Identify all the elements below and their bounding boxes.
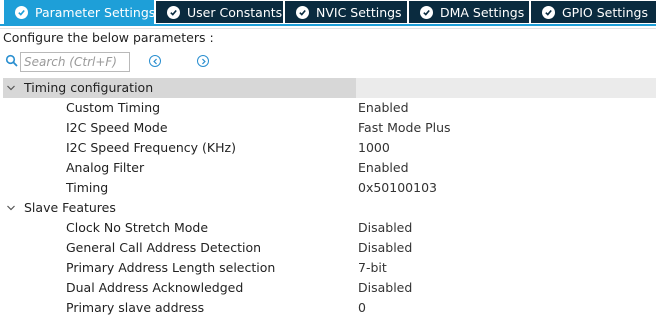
param-row-i2c-speed-mode[interactable]: I2C Speed Mode Fast Mode Plus (3, 118, 656, 138)
tab-label: Parameter Settings (35, 4, 156, 20)
param-value[interactable]: 0x50100103 (358, 178, 437, 198)
param-value[interactable]: 7-bit (358, 258, 387, 278)
param-name: I2C Speed Mode (66, 120, 168, 135)
param-name: Timing (66, 180, 109, 195)
tab-user-constants[interactable]: User Constants (156, 1, 283, 23)
tab-nvic-settings[interactable]: NVIC Settings (285, 1, 407, 23)
param-value[interactable]: 0 (358, 298, 366, 318)
param-name: Primary slave address (66, 300, 205, 315)
tab-label: User Constants (187, 4, 283, 20)
section-timing-configuration[interactable]: Timing configuration (3, 78, 656, 98)
param-value[interactable]: Disabled (358, 218, 412, 238)
tab-underline (0, 24, 656, 26)
param-value[interactable]: Enabled (358, 98, 409, 118)
tab-bar: Parameter Settings User Constants NVIC S… (0, 0, 656, 25)
param-name: Clock No Stretch Mode (66, 220, 209, 235)
param-value[interactable]: Disabled (358, 278, 412, 298)
param-name: Custom Timing (66, 100, 161, 115)
chevron-left-circle-icon[interactable] (149, 55, 161, 67)
tab-label: DMA Settings (440, 4, 525, 20)
param-name: Primary Address Length selection (66, 260, 276, 275)
section-value-cell (356, 78, 656, 98)
chevron-down-icon[interactable] (6, 83, 16, 93)
search-bar (0, 52, 656, 72)
check-circle-icon (167, 5, 180, 19)
param-value[interactable]: Disabled (358, 238, 412, 258)
section-slave-features[interactable]: Slave Features (3, 198, 656, 218)
param-value[interactable]: Enabled (358, 158, 409, 178)
param-row-custom-timing[interactable]: Custom Timing Enabled (3, 98, 656, 118)
chevron-right-circle-icon[interactable] (197, 55, 209, 67)
check-circle-icon (296, 5, 309, 19)
param-name: General Call Address Detection (66, 240, 262, 255)
parameter-grid: Timing configuration Custom Timing Enabl… (3, 78, 656, 318)
tab-gpio-settings[interactable]: GPIO Settings (531, 1, 656, 23)
section-label: Slave Features (24, 200, 116, 215)
param-row-timing[interactable]: Timing 0x50100103 (3, 178, 656, 198)
param-row-dual-address-acknowledged[interactable]: Dual Address Acknowledged Disabled (3, 278, 656, 298)
tab-dma-settings[interactable]: DMA Settings (409, 1, 529, 23)
section-label: Timing configuration (24, 80, 154, 95)
param-row-i2c-speed-frequency[interactable]: I2C Speed Frequency (KHz) 1000 (3, 138, 656, 158)
check-circle-icon (420, 5, 433, 19)
configure-label: Configure the below parameters : (3, 30, 214, 45)
tab-parameter-settings[interactable]: Parameter Settings (4, 0, 156, 24)
param-name: I2C Speed Frequency (KHz) (66, 140, 236, 155)
param-name: Analog Filter (66, 160, 145, 175)
search-input[interactable] (20, 52, 130, 72)
search-icon[interactable] (5, 54, 19, 68)
param-value[interactable]: 1000 (358, 138, 390, 158)
tab-label: NVIC Settings (316, 4, 402, 20)
param-value[interactable]: Fast Mode Plus (358, 118, 451, 138)
check-circle-icon (542, 5, 555, 19)
param-row-general-call-address-detection[interactable]: General Call Address Detection Disabled (3, 238, 656, 258)
tab-label: GPIO Settings (562, 4, 648, 20)
param-name: Dual Address Acknowledged (66, 280, 244, 295)
param-row-analog-filter[interactable]: Analog Filter Enabled (3, 158, 656, 178)
chevron-down-icon[interactable] (6, 203, 16, 213)
param-row-primary-address-length[interactable]: Primary Address Length selection 7-bit (3, 258, 656, 278)
check-circle-icon (15, 5, 28, 19)
param-row-clock-no-stretch-mode[interactable]: Clock No Stretch Mode Disabled (3, 218, 656, 238)
param-row-primary-slave-address[interactable]: Primary slave address 0 (3, 298, 656, 318)
